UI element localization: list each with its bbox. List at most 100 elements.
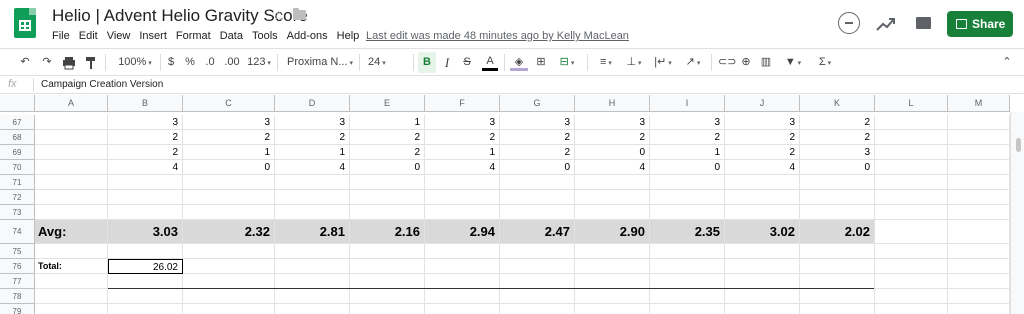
insert-chart-icon[interactable]: ▥ xyxy=(758,52,774,73)
cell-e72[interactable] xyxy=(350,190,425,205)
cell-k76[interactable] xyxy=(800,259,875,274)
filter-icon[interactable]: ▼ xyxy=(780,52,806,73)
cell-e79[interactable] xyxy=(350,304,425,314)
cell-g68[interactable]: 2 xyxy=(500,130,575,145)
undo-icon[interactable]: ↶ xyxy=(16,52,34,73)
cell-k69[interactable]: 3 xyxy=(800,145,875,160)
cell-b68[interactable]: 2 xyxy=(108,130,183,145)
cell-i70[interactable]: 0 xyxy=(650,160,725,175)
cell-m70[interactable] xyxy=(948,160,1010,175)
cell-f73[interactable] xyxy=(425,205,500,220)
menu-tools[interactable]: Tools xyxy=(252,29,278,43)
cell-j79[interactable] xyxy=(725,304,800,314)
cell-l78[interactable] xyxy=(875,289,948,304)
cell-c77[interactable] xyxy=(183,274,275,289)
horizontal-align-icon[interactable]: ≡ xyxy=(594,52,618,73)
cell-j71[interactable] xyxy=(725,175,800,190)
menu-edit[interactable]: Edit xyxy=(79,29,98,43)
cell-g77[interactable] xyxy=(500,274,575,289)
folder-icon[interactable] xyxy=(293,8,306,20)
cell-g76[interactable] xyxy=(500,259,575,274)
cell-k78[interactable] xyxy=(800,289,875,304)
cell-a75[interactable] xyxy=(35,244,108,259)
cell-f67[interactable]: 3 xyxy=(425,115,500,130)
cell-d73[interactable] xyxy=(275,205,350,220)
cell-a71[interactable] xyxy=(35,175,108,190)
row-header-67[interactable]: 67 xyxy=(0,115,35,130)
cell-l72[interactable] xyxy=(875,190,948,205)
vertical-align-icon[interactable]: ⊥ xyxy=(622,52,646,73)
cell-b73[interactable] xyxy=(108,205,183,220)
cell-i73[interactable] xyxy=(650,205,725,220)
cell-d69[interactable]: 1 xyxy=(275,145,350,160)
cell-j67[interactable]: 3 xyxy=(725,115,800,130)
cell-f68[interactable]: 2 xyxy=(425,130,500,145)
row-header-69[interactable]: 69 xyxy=(0,145,35,160)
cell-c76[interactable] xyxy=(183,259,275,274)
cell-f75[interactable] xyxy=(425,244,500,259)
cell-a73[interactable] xyxy=(35,205,108,220)
cell-f78[interactable] xyxy=(425,289,500,304)
cell-c71[interactable] xyxy=(183,175,275,190)
cell-b77[interactable] xyxy=(108,274,183,289)
cell-i75[interactable] xyxy=(650,244,725,259)
menu-format[interactable]: Format xyxy=(176,29,211,43)
star-icon[interactable]: ☆ xyxy=(272,6,285,24)
cell-m69[interactable] xyxy=(948,145,1010,160)
cell-e78[interactable] xyxy=(350,289,425,304)
row-header-75[interactable]: 75 xyxy=(0,244,35,259)
cell-i74[interactable]: 2.35 xyxy=(650,220,725,244)
formula-input[interactable]: Campaign Creation Version xyxy=(41,79,163,90)
column-header-i[interactable]: I xyxy=(650,95,725,112)
cell-l74[interactable] xyxy=(875,220,948,244)
cell-a79[interactable] xyxy=(35,304,108,314)
strikethrough-button[interactable]: S xyxy=(460,52,474,73)
cell-m73[interactable] xyxy=(948,205,1010,220)
cell-h79[interactable] xyxy=(575,304,650,314)
cell-d72[interactable] xyxy=(275,190,350,205)
cell-d74[interactable]: 2.81 xyxy=(275,220,350,244)
cell-i78[interactable] xyxy=(650,289,725,304)
cell-a69[interactable] xyxy=(35,145,108,160)
increase-decimal-button[interactable]: .00 xyxy=(222,52,242,73)
bold-button[interactable]: B xyxy=(418,52,436,73)
cell-j78[interactable] xyxy=(725,289,800,304)
row-header-77[interactable]: 77 xyxy=(0,274,35,289)
cell-d75[interactable] xyxy=(275,244,350,259)
cell-h73[interactable] xyxy=(575,205,650,220)
row-header-73[interactable]: 73 xyxy=(0,205,35,220)
redo-icon[interactable]: ↷ xyxy=(38,52,56,73)
cell-i77[interactable] xyxy=(650,274,725,289)
column-header-c[interactable]: C xyxy=(183,95,275,112)
cell-d68[interactable]: 2 xyxy=(275,130,350,145)
cell-d78[interactable] xyxy=(275,289,350,304)
cell-m75[interactable] xyxy=(948,244,1010,259)
cell-f72[interactable] xyxy=(425,190,500,205)
cell-c78[interactable] xyxy=(183,289,275,304)
menu-data[interactable]: Data xyxy=(220,29,243,43)
font-size-select[interactable]: 24 xyxy=(368,52,410,73)
cell-l73[interactable] xyxy=(875,205,948,220)
cell-l69[interactable] xyxy=(875,145,948,160)
cell-l75[interactable] xyxy=(875,244,948,259)
cell-f71[interactable] xyxy=(425,175,500,190)
percent-button[interactable]: % xyxy=(183,52,197,73)
cell-d67[interactable]: 3 xyxy=(275,115,350,130)
menu-insert[interactable]: Insert xyxy=(139,29,167,43)
italic-button[interactable]: I xyxy=(440,52,454,73)
row-header-70[interactable]: 70 xyxy=(0,160,35,175)
cell-g71[interactable] xyxy=(500,175,575,190)
cell-k72[interactable] xyxy=(800,190,875,205)
cell-d71[interactable] xyxy=(275,175,350,190)
row-header-71[interactable]: 71 xyxy=(0,175,35,190)
cell-f69[interactable]: 1 xyxy=(425,145,500,160)
cell-d70[interactable]: 4 xyxy=(275,160,350,175)
cell-i68[interactable]: 2 xyxy=(650,130,725,145)
activity-trend-icon[interactable] xyxy=(874,13,898,37)
cell-a77[interactable] xyxy=(35,274,108,289)
cell-d79[interactable] xyxy=(275,304,350,314)
cell-h76[interactable] xyxy=(575,259,650,274)
borders-icon[interactable]: ⊞ xyxy=(533,52,549,73)
cell-j69[interactable]: 2 xyxy=(725,145,800,160)
cell-i79[interactable] xyxy=(650,304,725,314)
